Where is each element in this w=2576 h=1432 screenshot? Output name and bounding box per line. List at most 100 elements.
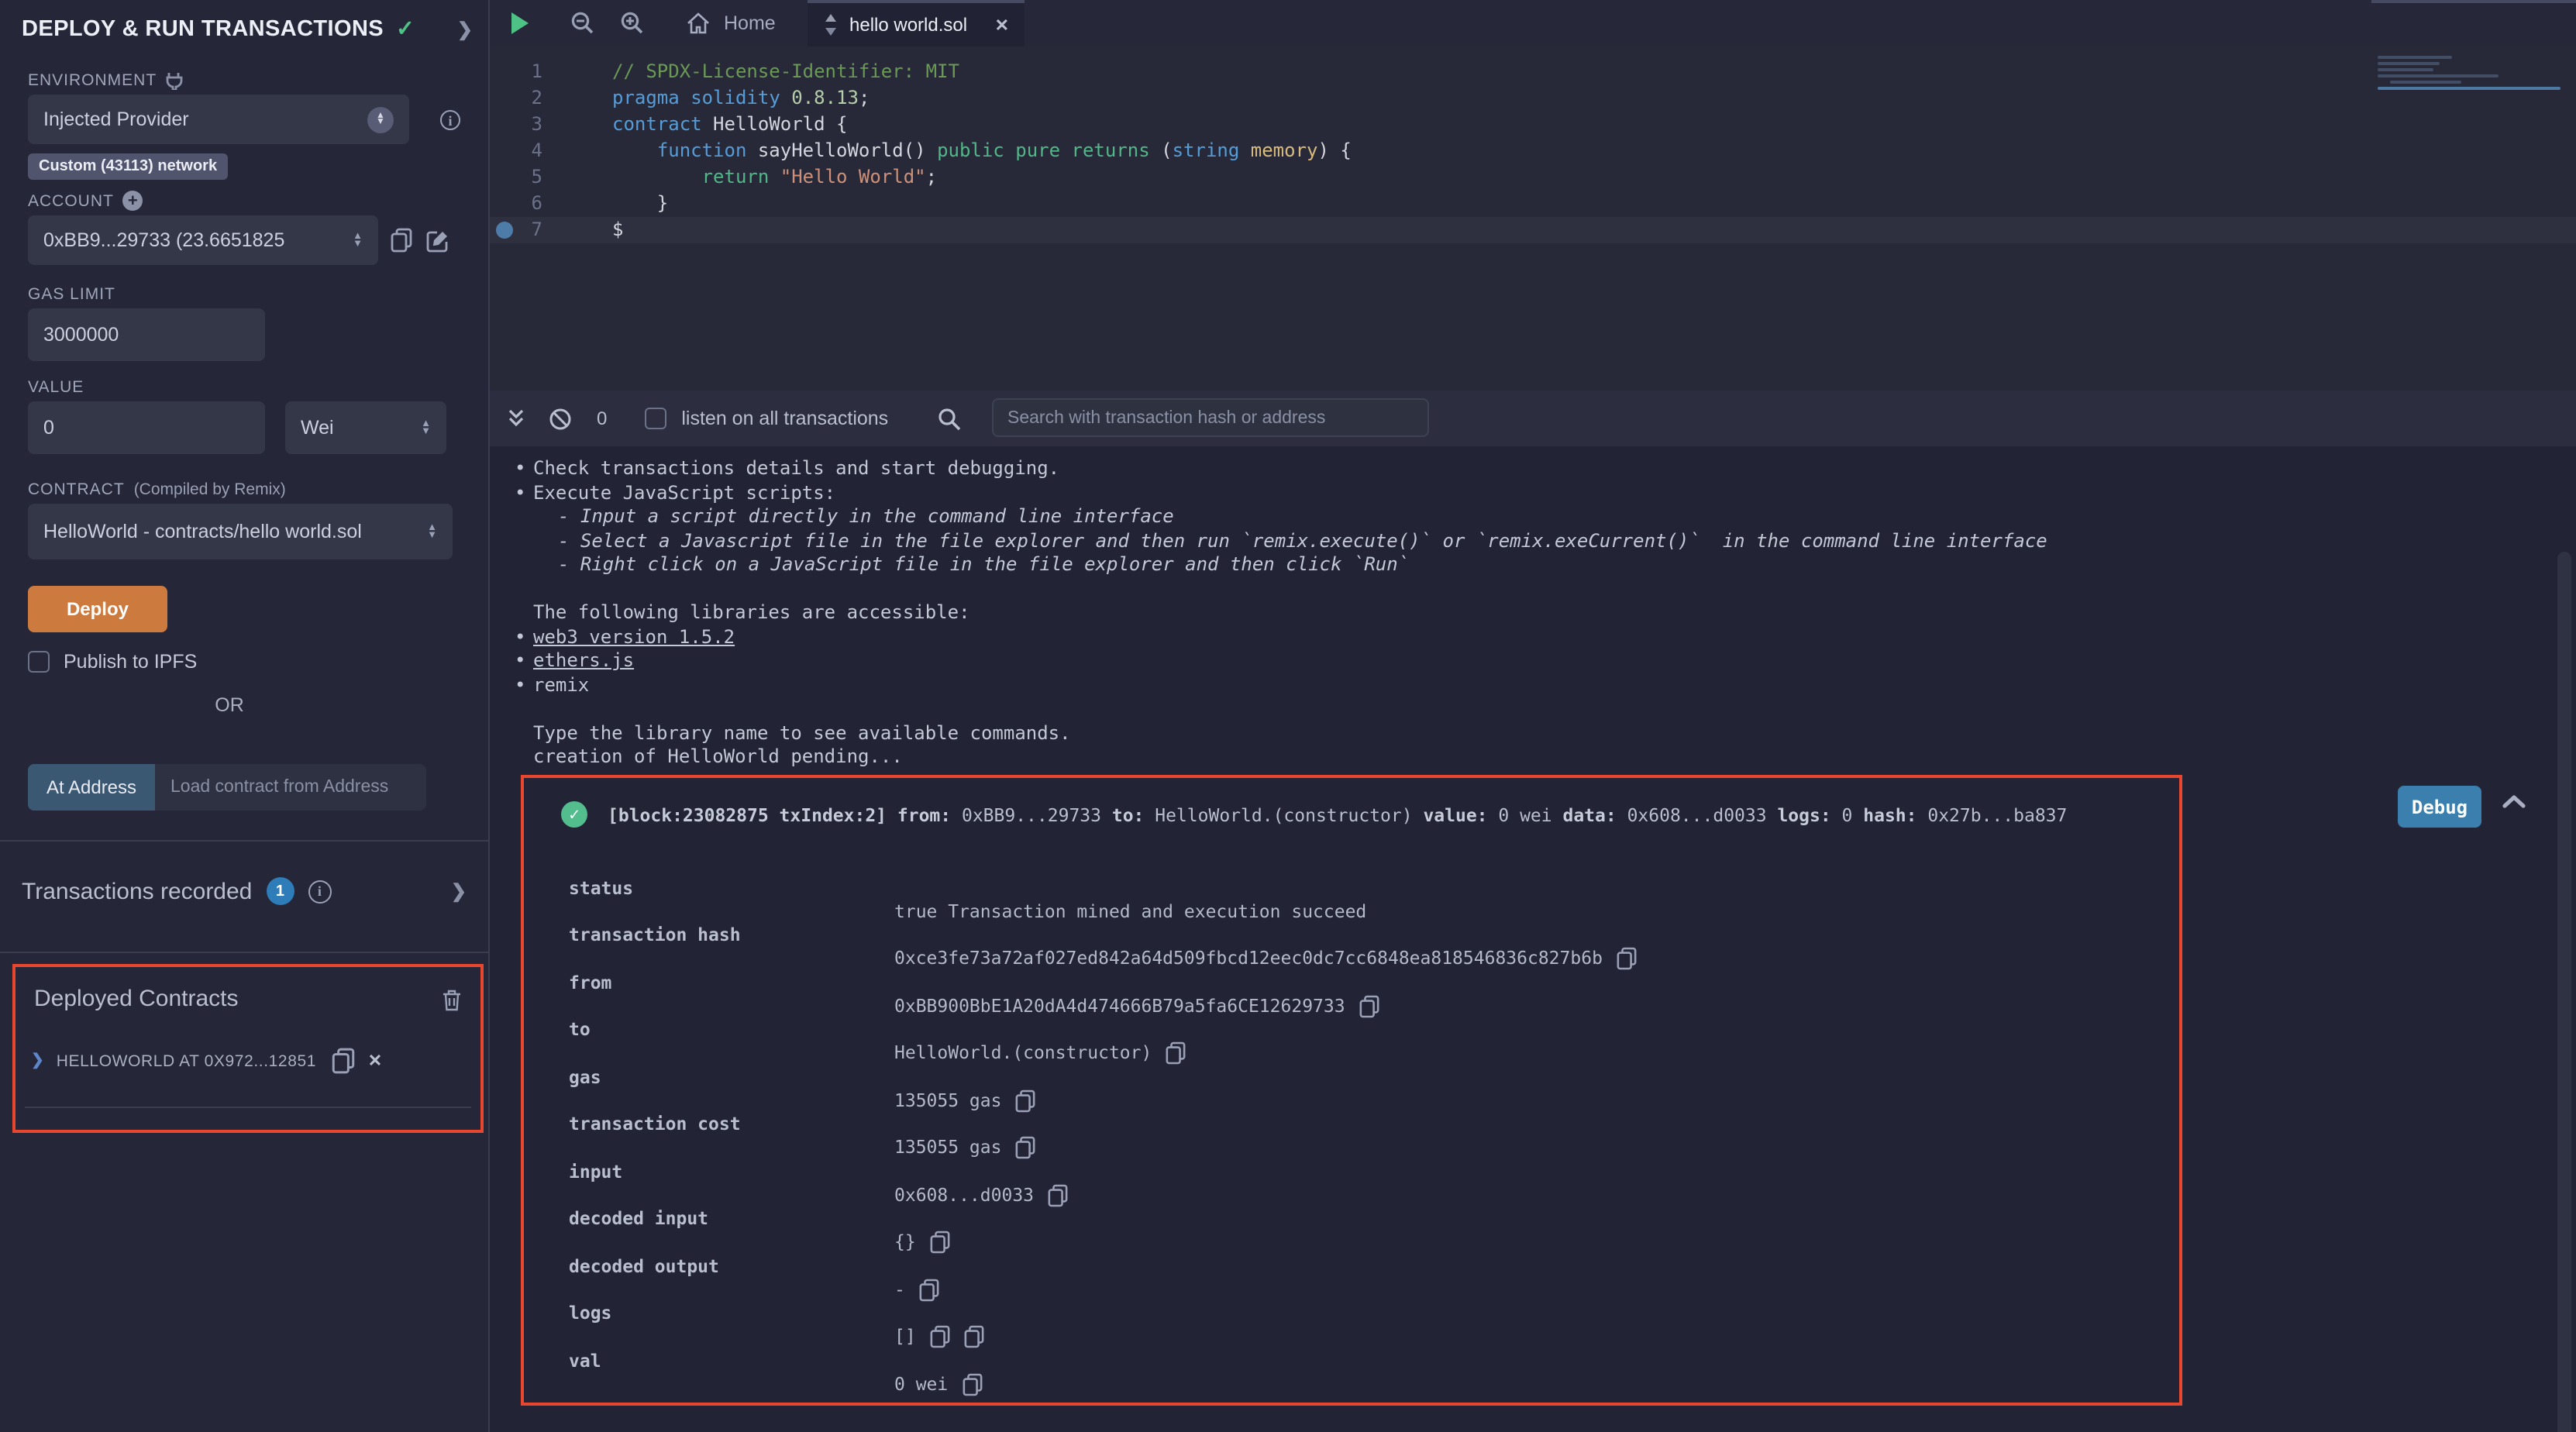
- code-text: $: [564, 217, 623, 243]
- tx-detail-value: HelloWorld.(constructor): [894, 1041, 1186, 1065]
- tx-detail-value: 0xce3fe73a72af027ed842a64d509fbcd12eec0d…: [894, 947, 1637, 970]
- publish-ipfs-checkbox[interactable]: [28, 651, 50, 673]
- tab-home[interactable]: Home: [724, 12, 776, 34]
- chevron-up-icon[interactable]: [2502, 793, 2526, 809]
- network-badge: Custom (43113) network: [28, 153, 228, 180]
- code-line[interactable]: 6 }: [490, 191, 2576, 217]
- code-text: return "Hello World";: [564, 164, 937, 191]
- copy-icon[interactable]: [964, 1325, 984, 1348]
- remove-contract-icon[interactable]: ✕: [368, 1051, 382, 1071]
- copy-account-icon[interactable]: [391, 228, 412, 253]
- code-text: function sayHelloWorld() public pure ret…: [564, 138, 1352, 164]
- value-unit-select[interactable]: Wei ▲▼: [285, 401, 446, 454]
- chevron-right-icon[interactable]: ❯: [451, 880, 467, 902]
- value-input[interactable]: [28, 401, 265, 454]
- gas-limit-input[interactable]: [28, 308, 265, 361]
- line-number[interactable]: 2: [490, 85, 564, 112]
- at-address-input[interactable]: [155, 764, 426, 811]
- line-number[interactable]: 3: [490, 112, 564, 138]
- run-script-icon[interactable]: [511, 12, 529, 34]
- terminal-log-link[interactable]: •web3 version 1.5.2: [490, 625, 2545, 649]
- tab-label: hello world.sol: [849, 14, 967, 36]
- copy-icon[interactable]: [1016, 1089, 1036, 1112]
- code-line[interactable]: 7$: [490, 217, 2576, 243]
- at-address-button[interactable]: At Address: [28, 764, 155, 811]
- terminal[interactable]: •Check transactions details and start de…: [490, 446, 2576, 1432]
- code-line[interactable]: 3contract HelloWorld {: [490, 112, 2576, 138]
- copy-icon[interactable]: [1617, 947, 1637, 970]
- terminal-log-line: •remix: [490, 673, 2545, 697]
- code-text: pragma solidity 0.8.13;: [564, 85, 870, 112]
- line-number[interactable]: 4: [490, 138, 564, 164]
- tx-detail-row-logs: logs[]: [569, 1302, 2161, 1325]
- code-editor[interactable]: 1// SPDX-License-Identifier: MIT2pragma …: [490, 46, 2576, 391]
- chevron-right-icon[interactable]: ❯: [457, 18, 473, 40]
- tx-detail-row-decoded-input: decoded input{}: [569, 1207, 2161, 1231]
- terminal-log-link[interactable]: •ethers.js: [490, 649, 2545, 673]
- environment-info-icon[interactable]: i: [440, 110, 460, 130]
- line-number[interactable]: 5: [490, 164, 564, 191]
- tx-detail-row-transaction-cost: transaction cost135055 gas: [569, 1113, 2161, 1136]
- close-tab-icon[interactable]: ✕: [995, 15, 1009, 35]
- contract-value: HelloWorld - contracts/hello world.sol: [43, 521, 422, 542]
- zoom-in-icon[interactable]: [620, 11, 645, 36]
- copy-icon[interactable]: [919, 1278, 939, 1301]
- deployed-contracts-annotation-box: Deployed Contracts ❯ HELLOWORLD AT 0X972…: [12, 964, 484, 1133]
- trash-icon[interactable]: [442, 989, 462, 1012]
- copy-icon[interactable]: [1016, 1136, 1036, 1159]
- code-line[interactable]: 5 return "Hello World";: [490, 164, 2576, 191]
- solidity-icon: [823, 14, 839, 36]
- terminal-log-line: creation of HelloWorld pending...: [490, 745, 2545, 769]
- terminal-scrollbar[interactable]: [2557, 552, 2571, 1432]
- zoom-out-icon[interactable]: [570, 11, 595, 36]
- debug-button[interactable]: Debug: [2398, 786, 2481, 828]
- copy-icon[interactable]: [930, 1231, 950, 1254]
- deployed-contracts-title: Deployed Contracts: [34, 986, 238, 1012]
- breakpoint-dot[interactable]: [496, 222, 513, 239]
- line-number[interactable]: 6: [490, 191, 564, 217]
- code-line[interactable]: 2pragma solidity 0.8.13;: [490, 85, 2576, 112]
- chevron-updown-icon: ▲▼: [421, 420, 431, 435]
- add-account-icon[interactable]: +: [123, 191, 143, 211]
- listen-all-tx-checkbox[interactable]: [644, 408, 666, 429]
- panel-header: DEPLOY & RUN TRANSACTIONS ✓ ❯: [22, 15, 473, 42]
- terminal-search-input[interactable]: [992, 398, 1429, 437]
- expand-chevron-icon[interactable]: ❯: [31, 1052, 44, 1069]
- terminal-log-line: - Input a script directly in the command…: [490, 505, 2545, 529]
- copy-icon[interactable]: [1166, 1041, 1186, 1065]
- tx-detail-value: -: [894, 1278, 939, 1301]
- divider: [0, 952, 490, 953]
- pending-tx-count: 0: [597, 408, 607, 429]
- deployed-contract-item[interactable]: ❯ HELLOWORLD AT 0X972...12851 (BLOCKCHAI…: [31, 1048, 468, 1074]
- account-select[interactable]: 0xBB9...29733 (23.6651825 ▲▼: [28, 215, 378, 265]
- transaction-summary-row[interactable]: ✓ [block:23082875 txIndex:2] from: 0xBB9…: [561, 801, 2067, 828]
- terminal-log-line: - Right click on a JavaScript file in th…: [490, 553, 2545, 577]
- editor-minimap[interactable]: [2378, 56, 2564, 102]
- code-line[interactable]: 4 function sayHelloWorld() public pure r…: [490, 138, 2576, 164]
- tx-detail-row-to: toHelloWorld.(constructor): [569, 1018, 2161, 1041]
- contract-select[interactable]: HelloWorld - contracts/hello world.sol ▲…: [28, 504, 453, 559]
- copy-icon[interactable]: [1048, 1183, 1068, 1207]
- deploy-button[interactable]: Deploy: [28, 586, 167, 632]
- value-label: VALUE: [28, 378, 84, 397]
- environment-select[interactable]: Injected Provider ▲▼: [28, 95, 409, 144]
- home-icon[interactable]: [687, 12, 710, 34]
- copy-icon[interactable]: [1359, 994, 1379, 1017]
- tx-detail-row-from: from0xBB900BbE1A20dA4d474666B79a5fa6CE12…: [569, 971, 2161, 994]
- plug-icon: [166, 71, 183, 90]
- tab-scrollbar[interactable]: [2371, 0, 2576, 3]
- line-number[interactable]: 1: [490, 59, 564, 85]
- edit-account-icon[interactable]: [426, 229, 449, 253]
- copy-icon[interactable]: [930, 1325, 950, 1348]
- code-line[interactable]: 1// SPDX-License-Identifier: MIT: [490, 59, 2576, 85]
- copy-icon[interactable]: [962, 1372, 982, 1396]
- info-icon[interactable]: i: [308, 880, 331, 903]
- clear-console-icon[interactable]: [549, 407, 572, 430]
- search-icon: [938, 407, 961, 430]
- expand-terminal-icon[interactable]: [507, 408, 525, 429]
- tx-detail-row-input: input0x608...d0033: [569, 1160, 2161, 1183]
- copy-contract-icon[interactable]: [332, 1048, 356, 1074]
- tab-hello-world-sol[interactable]: hello world.sol ✕: [808, 0, 1025, 46]
- code-text: contract HelloWorld {: [564, 112, 847, 138]
- tx-detail-row-val: val0 wei: [569, 1349, 2161, 1372]
